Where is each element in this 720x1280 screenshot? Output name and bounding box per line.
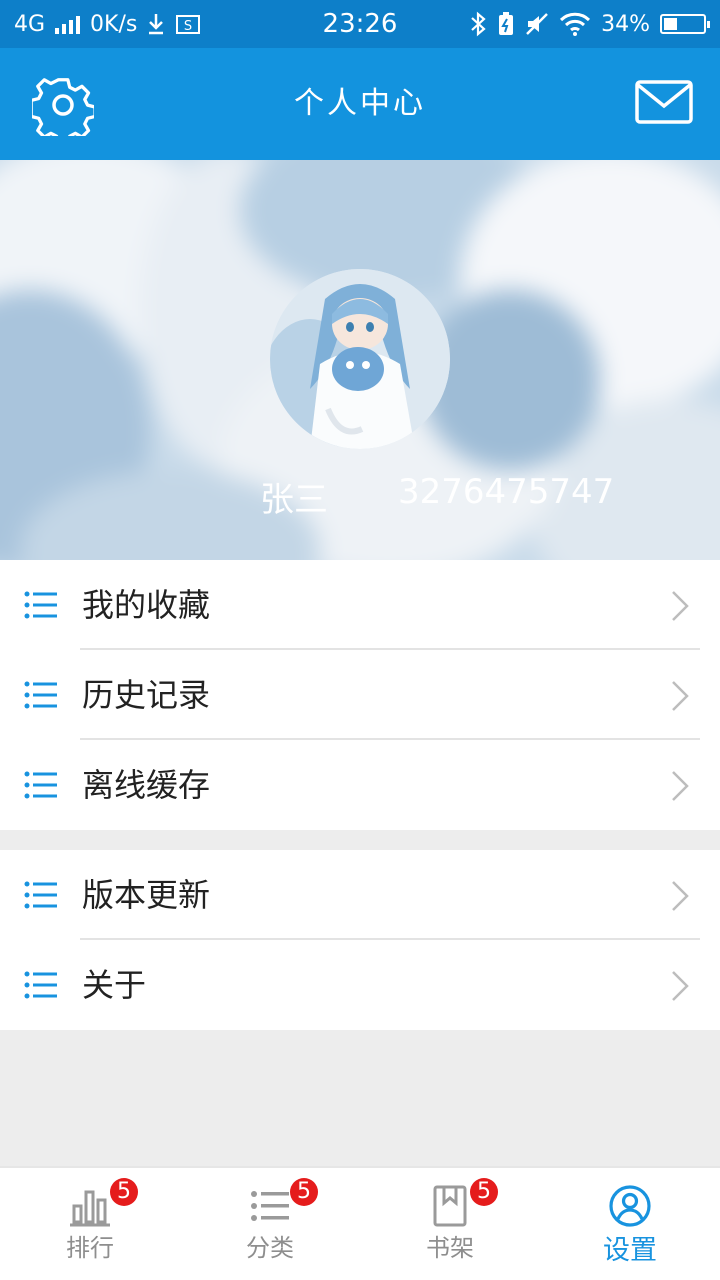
- chevron-right-icon: [672, 881, 689, 911]
- battery-saver-icon: [499, 12, 514, 35]
- list-icon: [24, 681, 57, 709]
- menu-group-secondary: 版本更新 关于: [0, 850, 720, 1030]
- tab-bookshelf[interactable]: 5 书架: [360, 1168, 540, 1280]
- chevron-right-icon: [672, 971, 689, 1001]
- status-bar: 4G 0K/s S 23:26 34%: [0, 0, 720, 48]
- battery-percent: 34%: [601, 11, 650, 37]
- notification-badge: 5: [290, 1178, 318, 1206]
- notification-badge: 5: [110, 1178, 138, 1206]
- menu-label: 关于: [82, 966, 147, 1004]
- menu-item-about[interactable]: 关于: [0, 940, 720, 1030]
- chevron-right-icon: [672, 771, 689, 801]
- notification-badge: 5: [470, 1178, 498, 1206]
- tab-category[interactable]: 5 分类: [180, 1168, 360, 1280]
- list-icon: [24, 971, 57, 999]
- tab-label: 书架: [426, 1234, 474, 1262]
- menu-label: 版本更新: [82, 876, 211, 914]
- menu-item-offline-cache[interactable]: 离线缓存: [0, 740, 720, 830]
- user-id: 3276475747: [398, 472, 615, 512]
- avatar[interactable]: [270, 269, 450, 449]
- bottom-nav: 5 排行 5 分类 5 书架 设置: [0, 1166, 720, 1280]
- tab-label: 排行: [66, 1234, 114, 1262]
- mute-icon: [526, 13, 548, 35]
- list-icon: [24, 771, 57, 799]
- chevron-right-icon: [672, 591, 689, 621]
- menu-label: 历史记录: [82, 676, 211, 714]
- list-icon: [24, 881, 57, 909]
- chevron-right-icon: [672, 681, 689, 711]
- mail-icon: [635, 80, 693, 124]
- user-info: 张三 3276475747: [260, 472, 614, 521]
- avatar-image: [270, 269, 450, 449]
- list-icon: [24, 591, 57, 619]
- bar-chart-icon: [70, 1190, 110, 1227]
- battery-icon: [660, 14, 710, 34]
- tab-label: 设置: [603, 1235, 657, 1266]
- menu-label: 我的收藏: [82, 586, 211, 624]
- user-circle-icon: [609, 1185, 651, 1227]
- bookmark-icon: [433, 1185, 467, 1227]
- tab-ranking[interactable]: 5 排行: [0, 1168, 180, 1280]
- menu-item-history[interactable]: 历史记录: [0, 650, 720, 740]
- bluetooth-icon: [471, 11, 486, 37]
- tab-settings[interactable]: 设置: [540, 1168, 720, 1280]
- personal-center-screen: 4G 0K/s S 23:26 34% 个人中心 张三 3276475747 我…: [0, 0, 720, 1280]
- user-name: 张三: [260, 480, 328, 520]
- wifi-icon: [560, 12, 591, 36]
- profile-header: 张三 3276475747: [0, 160, 720, 560]
- title-bar: 个人中心: [0, 48, 720, 160]
- messages-button[interactable]: [634, 78, 694, 128]
- list-icon: [251, 1191, 289, 1221]
- menu-item-version-update[interactable]: 版本更新: [0, 850, 720, 940]
- menu-label: 离线缓存: [82, 766, 211, 804]
- menu-group-primary: 我的收藏 历史记录 离线缓存: [0, 560, 720, 830]
- tab-label: 分类: [246, 1234, 294, 1262]
- page-title: 个人中心: [294, 86, 426, 121]
- menu-item-favorites[interactable]: 我的收藏: [0, 560, 720, 650]
